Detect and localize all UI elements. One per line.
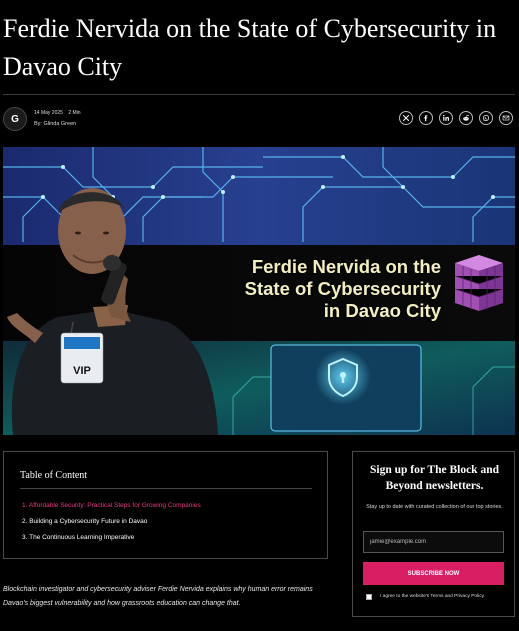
subscribe-button[interactable]: SUBSCRIBE NOW <box>363 562 504 585</box>
email-icon[interactable] <box>499 111 513 125</box>
table-of-content: Table of Content 1. Affordable Security:… <box>3 451 328 559</box>
whatsapp-icon[interactable] <box>479 111 493 125</box>
hero-badge: VIP <box>73 365 91 377</box>
hero-title: Ferdie Nervida on the State of Cybersecu… <box>244 256 441 321</box>
toc-item-building-future[interactable]: 2. Building a Cybersecurity Future in Da… <box>22 518 147 525</box>
cube-graphic <box>454 255 504 311</box>
article-meta: 14 May 2025 2 Min <box>34 110 81 116</box>
title-divider <box>3 94 515 95</box>
agree-label: I agree to the website's Terms and Priva… <box>380 594 485 599</box>
facebook-icon[interactable] <box>419 111 433 125</box>
agree-checkbox[interactable] <box>366 594 372 600</box>
hero-image: VIP Ferdie Nervida on the State of Cyber… <box>3 147 515 435</box>
author-avatar[interactable]: G <box>3 107 27 131</box>
newsletter-subtext: Stay up to date with curated collection … <box>366 504 503 510</box>
toc-item-affordable-security[interactable]: 1. Affordable Security: Practical Steps … <box>22 502 201 509</box>
reddit-icon[interactable] <box>459 111 473 125</box>
toc-item-continuous-learning[interactable]: 3. The Continuous Learning Imperative <box>22 534 134 541</box>
linkedin-icon[interactable] <box>439 111 453 125</box>
article-title: Ferdie Nervida on the State of Cybersecu… <box>3 14 497 81</box>
publish-date: 14 May 2025 <box>34 110 63 116</box>
toc-divider <box>20 488 312 489</box>
newsletter-heading: Sign up for The Block and Beyond newslet… <box>370 464 499 492</box>
newsletter-box: Sign up for The Block and Beyond newslet… <box>352 451 515 617</box>
article-intro: Blockchain investigator and cybersecurit… <box>3 586 313 607</box>
x-icon[interactable] <box>399 111 413 125</box>
toc-heading: Table of Content <box>20 470 88 481</box>
read-time: 2 Min <box>68 110 81 116</box>
author-byline[interactable]: By: Glinda Green <box>34 121 76 127</box>
email-field[interactable] <box>363 531 504 553</box>
